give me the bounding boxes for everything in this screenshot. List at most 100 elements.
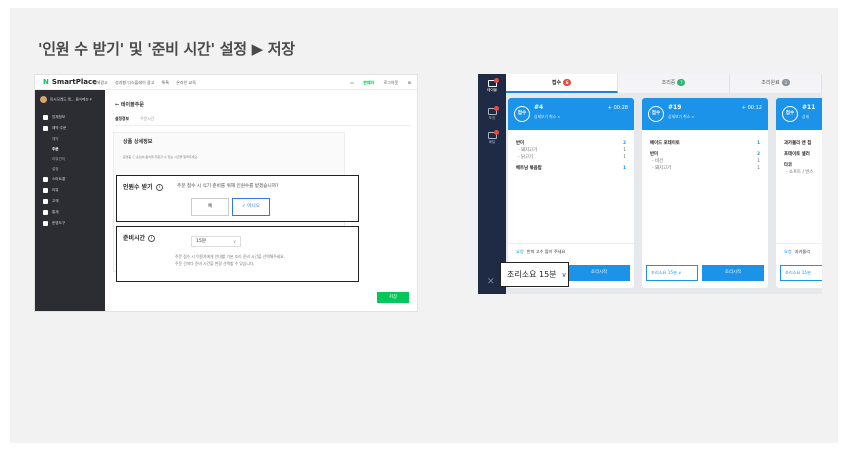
store-icon	[43, 114, 48, 120]
profile[interactable]: 마시모레드 레... 음식메뉴 ▾	[40, 96, 92, 103]
grid-icon[interactable]: ⊞	[408, 80, 411, 85]
order-memo: 요청 반미 고수 많이 주세요	[508, 243, 634, 259]
phone-icon	[43, 176, 48, 182]
sidebar-item-smartcall[interactable]: 스마트콜	[35, 174, 105, 185]
chat-icon[interactable]: ▭	[350, 80, 354, 85]
list-item: 포테이토 샐러	[784, 152, 810, 157]
list-item: - 소프트 / 반스	[786, 170, 814, 175]
count-badge: 6	[563, 79, 572, 86]
nav-item[interactable]: 톡톡	[162, 80, 169, 85]
list-item: 과카몰리 앤 칩	[784, 141, 812, 146]
nav-item[interactable]: 성과형 디스플레이 광고	[115, 80, 154, 85]
order-number: #4	[534, 104, 544, 111]
chevron-down-icon: ∨	[561, 271, 567, 279]
prep-time-select[interactable]: 15분 ∨	[191, 236, 241, 247]
order-card[interactable]: 접수 #11 상세 과카몰리 앤 칩 포테이토 샐러 타코 - 소프트 / 반스…	[776, 98, 822, 288]
order-number: #11	[802, 104, 816, 111]
status-badge: 접수	[514, 106, 530, 122]
order-card-footer: 조리소요 15분	[780, 265, 822, 281]
sidebar-item-info[interactable]: 업체정보	[35, 112, 105, 123]
order-items: 반미 2 - 돼지고기 1 - 닭고기 1 베트남 볶음밥 1	[516, 140, 626, 172]
notification-dot	[493, 78, 499, 83]
logout-link[interactable]: 로그아웃	[384, 80, 399, 85]
list-item: 타코	[784, 163, 793, 168]
elapsed-time: + 00:28	[607, 105, 628, 111]
tab-order-time[interactable]: 주문시간	[140, 116, 154, 121]
order-detail-link[interactable]: 상세	[802, 114, 809, 120]
notification-dot	[493, 130, 499, 135]
status-badge: 접수	[648, 106, 664, 122]
sidebar-item-takeout[interactable]: 포장	[482, 106, 502, 121]
order-items: 페이드 포테이토 1 반미 2 - 비건 1 - 돼지고기 1	[650, 140, 760, 172]
start-cooking-button[interactable]: 조리시작	[568, 265, 630, 281]
prep-time-setting-box: 준비시간 i 15분 ∨ 주문 접수 시 이용자에게 안내할 기본 조리 준비 시간…	[116, 226, 359, 282]
sidebar-item-tools[interactable]: 운영도구	[35, 218, 105, 229]
avatar	[40, 96, 47, 103]
sidebar-item-table[interactable]: 테이블	[482, 78, 502, 93]
headcount-no-button[interactable]: ✓ 아니오	[232, 198, 270, 216]
status-badge: 접수	[782, 106, 798, 122]
sidebar-item-stats[interactable]: 통계	[35, 207, 105, 218]
nav-item[interactable]: 검색광고	[93, 80, 108, 85]
headcount-question: 주문 접수 시 식기 준비를 위해 인원수를 받겠습니까?	[177, 184, 279, 189]
headline: '인원 수 받기' 및 '준비 시간' 설정 ▶ 저장	[38, 40, 295, 58]
list-item: - 돼지고기 1	[518, 148, 626, 153]
order-detail-link[interactable]: 상세보기 취소 >	[668, 114, 695, 120]
order-card[interactable]: 접수 #19 상세보기 취소 > + 00:12 페이드 포테이토 1 반미 2 -…	[642, 98, 768, 288]
order-detail-link[interactable]: 상세보기 취소 >	[534, 114, 561, 120]
order-items: 과카몰리 앤 칩 포테이토 샐러 타코 - 소프트 / 반스	[784, 140, 822, 176]
order-card[interactable]: 접수 #4 상세보기 취소 > + 00:28 반미 2 - 돼지고기 1 - 닭고…	[508, 98, 634, 288]
tab-done[interactable]: 조리완료 3	[730, 74, 822, 93]
cook-time-select-highlight[interactable]: 조리소요 15분 ∨	[500, 262, 569, 287]
headcount-yes-button[interactable]: 예	[191, 198, 229, 216]
count-badge: 3	[781, 79, 790, 86]
nav-item[interactable]: 온라인 교육	[176, 80, 196, 85]
smartplace-sidebar: 마시모레드 레... 음식메뉴 ▾ 업체정보 예약·주문 예약 주문 리뷰관리 …	[35, 90, 105, 311]
pencil-icon	[43, 187, 48, 193]
order-status-tabs: 접수 6 조리중 7 조리완료 3	[506, 74, 822, 93]
chevron-down-icon: ∨	[233, 239, 236, 244]
scooter-icon	[487, 130, 499, 139]
smartplace-topbar: N SmartPlace 검색광고 성과형 디스플레이 광고 톡톡 온라인 교육 …	[35, 75, 417, 90]
start-cooking-button[interactable]: 조리시작	[702, 265, 764, 281]
sidebar-item-review[interactable]: 리뷰	[35, 185, 105, 196]
calendar-icon	[43, 125, 48, 131]
close-icon[interactable]: ✕	[487, 277, 495, 287]
tab-settings-info[interactable]: 설정정보	[115, 116, 129, 121]
cook-time-select[interactable]: 조리소요 15분 ∨	[646, 265, 698, 281]
tool-icon	[43, 220, 48, 226]
smartplace-logo[interactable]: N SmartPlace	[43, 78, 97, 86]
seller-badge[interactable]: 판매자	[363, 80, 374, 85]
sidebar-sub-reservation[interactable]: 예약	[35, 134, 105, 144]
tab-cooking[interactable]: 조리중 7	[618, 74, 730, 93]
sidebar-sub-review[interactable]: 리뷰관리	[35, 154, 105, 164]
save-button[interactable]: 저장	[377, 292, 409, 303]
sidebar-item-delivery[interactable]: 배달	[482, 130, 502, 145]
info-icon[interactable]: i	[155, 184, 163, 191]
sidebar-item-reservation[interactable]: 예약·주문	[35, 123, 105, 134]
elapsed-time: + 00:12	[741, 105, 762, 111]
settings-tabs: 설정정보 주문시간	[115, 116, 411, 126]
headcount-label: 인원수 받기 i	[123, 182, 163, 191]
sidebar-sub-order[interactable]: 주문	[35, 144, 105, 154]
bag-icon	[487, 106, 499, 115]
prep-time-hint: 주문 접수 시 이용자에게 안내할 기본 조리 준비 시간을 선택해주세요. 주문…	[175, 254, 285, 266]
headcount-setting-box: 인원수 받기 i 주문 접수 시 식기 준비를 위해 인원수를 받겠습니까? 예 …	[116, 175, 359, 222]
info-icon[interactable]: i	[148, 235, 156, 242]
cook-time-select[interactable]: 조리소요 15분	[780, 265, 822, 281]
sidebar-sub-settings[interactable]: 설정	[35, 164, 105, 174]
order-memo: 요청 과카몰리	[776, 243, 822, 259]
section-title: 상품 상세정보	[123, 139, 153, 145]
top-right-menu: ▭ 판매자 로그아웃 ⊞	[342, 80, 411, 86]
sidebar-menu: 업체정보 예약·주문 예약 주문 리뷰관리 설정 스마트콜 리뷰 고객 통계 운…	[35, 112, 105, 229]
list-item: 페이드 포테이토 1	[650, 141, 760, 146]
order-card-footer: 조리소요 15분 ∨ 조리시작	[646, 265, 764, 281]
tab-received[interactable]: 접수 6	[506, 74, 618, 93]
top-nav: 검색광고 성과형 디스플레이 광고 톡톡 온라인 교육	[93, 80, 202, 86]
list-item: 반미 2	[516, 141, 626, 146]
list-item: 반미 2	[650, 152, 760, 157]
orderboard-sidebar: 테이블 포장 배달 ✕	[478, 74, 506, 294]
sidebar-item-customer[interactable]: 고객	[35, 196, 105, 207]
page-title[interactable]: ← 테이블주문	[115, 101, 144, 108]
option-row: 운영중 ⓘ 손님이 음식을 주문할 수 있는 시간을 알려주세요.	[123, 155, 199, 159]
